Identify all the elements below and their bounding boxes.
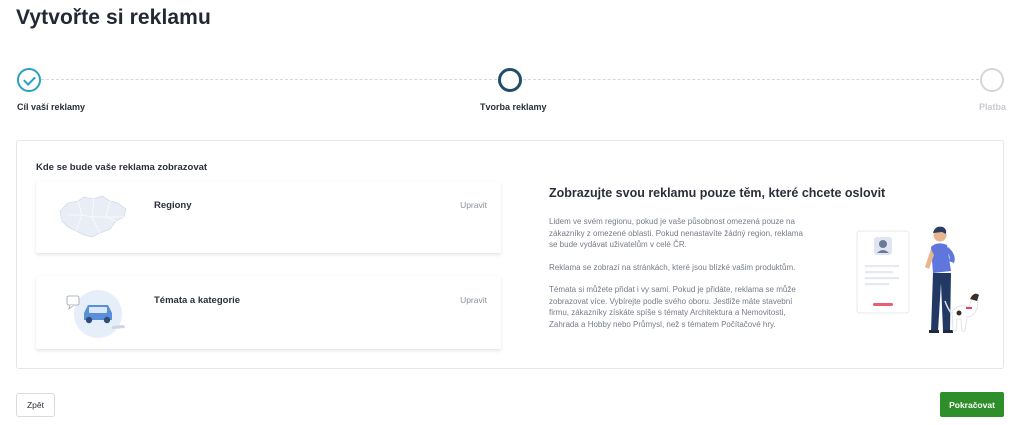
topics-option[interactable]: Témata a kategorie Upravit — [36, 276, 501, 349]
ad-targeting-card: Kde se bude vaše reklama zobrazovat Regi… — [16, 140, 1004, 369]
progress-stepper: Cíl vaší reklamy Tvorba reklamy Platba — [0, 66, 1024, 116]
step-3-label: Platba — [979, 102, 1007, 112]
info-title: Zobrazujte svou reklamu pouze těm, které… — [549, 186, 886, 200]
step-2-label: Tvorba reklamy — [480, 102, 547, 112]
step-1-check-icon — [17, 68, 41, 92]
regions-title: Regiony — [154, 200, 192, 211]
info-paragraph-regions: Lidem ve svém regionu, pokud je vaše půs… — [549, 217, 803, 250]
step-1-label: Cíl vaší reklamy — [17, 102, 86, 112]
step-connector — [41, 79, 497, 80]
topics-title: Témata a kategorie — [154, 295, 241, 306]
person-with-dog-illustration — [856, 226, 979, 333]
step-2-indicator — [498, 68, 522, 92]
info-paragraph-topics: Témata si můžete přidat i vy sami. Pokud… — [549, 285, 796, 329]
step-3-indicator — [980, 68, 1004, 92]
czech-map-icon — [59, 195, 127, 238]
continue-button[interactable]: Pokračovat — [940, 392, 1004, 417]
back-button[interactable]: Zpět — [16, 393, 55, 417]
topics-car-icon — [66, 290, 125, 338]
info-paragraph-pages: Reklama se zobrazí na stránkách, které j… — [549, 263, 796, 272]
regions-edit-link[interactable]: Upravit — [460, 200, 487, 210]
topics-edit-link[interactable]: Upravit — [460, 295, 487, 305]
regions-option[interactable]: Regiony Upravit — [36, 181, 501, 253]
step-connector — [523, 79, 979, 80]
page-title: Vytvořte si reklamu — [16, 6, 211, 29]
section-title: Kde se bude vaše reklama zobrazovat — [36, 162, 208, 173]
